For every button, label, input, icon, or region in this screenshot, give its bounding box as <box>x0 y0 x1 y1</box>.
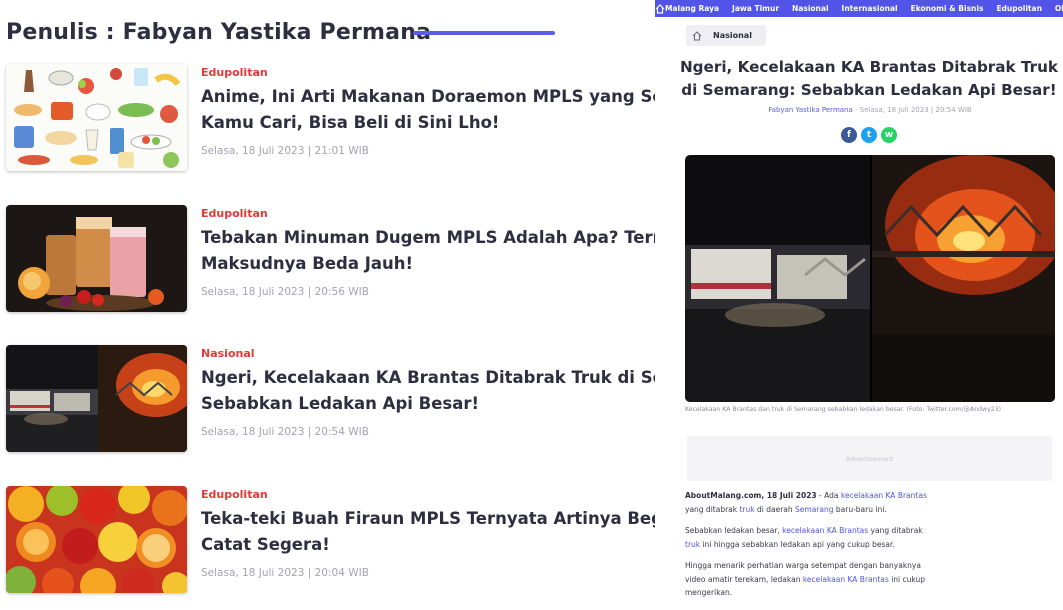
breadcrumb-category[interactable]: Nasional <box>713 31 752 40</box>
paragraph-line: mengerikan. <box>685 588 733 597</box>
article-title-line[interactable]: Teka-teki Buah Firaun MPLS Ternyata Arti… <box>201 506 655 532</box>
article-category[interactable]: Edupolitan <box>201 207 268 220</box>
article-category[interactable]: Nasional <box>201 347 255 360</box>
nav-item-internasional[interactable]: Internasional <box>842 4 898 13</box>
inline-link[interactable]: kecelakaan KA Brantas <box>782 526 868 535</box>
headline-line: di Semarang: Sebabkan Ledakan Api Besar! <box>681 81 1057 99</box>
nav-item-edupolitan[interactable]: Edupolitan <box>996 4 1041 13</box>
paragraph-line: Hingga menarik perhatian warga setempat … <box>685 561 921 570</box>
inline-link[interactable]: kecelakaan KA Brantas <box>803 575 889 584</box>
body-text: ini cukup <box>888 574 926 584</box>
article-title-line[interactable]: Tebakan Minuman Dugem MPLS Adalah Apa? T… <box>201 225 655 251</box>
paragraph-line: Sebabkan ledakan besar, kecelakaan KA Br… <box>685 524 985 538</box>
article-card[interactable]: Nasional Ngeri, Kecelakaan KA Brantas Di… <box>6 345 655 453</box>
inline-link[interactable]: kecelakaan KA Brantas <box>841 491 927 500</box>
article-date: Selasa, 18 Juli 2023 | 20:04 WIB <box>201 567 369 579</box>
byline-author[interactable]: Fabyan Yastika Permana <box>768 106 852 114</box>
body-text: yang ditabrak <box>868 526 923 535</box>
article-title-line[interactable]: Kamu Cari, Bisa Beli di Sini Lho! <box>201 110 655 136</box>
paragraph-line: truk ini hingga sebabkan ledakan api yan… <box>685 538 985 552</box>
home-icon[interactable] <box>692 30 704 42</box>
image-caption: Kecelakaan KA Brantas dan truk di Semara… <box>685 406 1002 413</box>
nav-item-nasional[interactable]: Nasional <box>792 4 829 13</box>
share-buttons: f t w <box>841 127 897 143</box>
body-text: video amatir terekam, ledakan <box>685 574 803 584</box>
article-paragraph: Sebabkan ledakan besar, kecelakaan KA Br… <box>685 524 985 551</box>
article-thumbnail[interactable] <box>6 345 187 452</box>
nav-item-malang-raya[interactable]: Malang Raya <box>665 4 719 13</box>
article-thumbnail[interactable] <box>6 205 187 312</box>
body-text: baru-baru ini. <box>833 504 887 514</box>
article-title[interactable]: Teka-teki Buah Firaun MPLS Ternyata Arti… <box>201 506 655 558</box>
article-card[interactable]: Edupolitan Teka-teki Buah Firaun MPLS Te… <box>6 486 655 594</box>
nav-item-jawa-timur[interactable]: Jawa Timur <box>732 4 779 13</box>
author-article-list: Penulis : Fabyan Yastika Permana Edupoli… <box>0 0 655 610</box>
nav-item-olahraga[interactable]: Olahraga <box>1055 4 1063 13</box>
body-text: ini hingga sebabkan ledakan api yang cuk… <box>700 539 895 549</box>
article-date: Selasa, 18 Juli 2023 | 20:56 WIB <box>201 286 369 298</box>
article-title[interactable]: Tebakan Minuman Dugem MPLS Adalah Apa? T… <box>201 225 655 277</box>
article-card[interactable]: Edupolitan Anime, Ini Arti Makanan Dorae… <box>6 64 655 172</box>
paragraph-line: yang ditabrak truk di daerah Semarang ba… <box>685 503 985 517</box>
train-fire-photo <box>6 345 187 452</box>
body-text: di daerah <box>754 504 796 514</box>
breadcrumb: Nasional <box>686 25 766 46</box>
top-navigation: Malang Raya Jawa Timur Nasional Internas… <box>655 0 1063 17</box>
article-title-line[interactable]: Catat Segera! <box>201 532 655 558</box>
body-text: Sebabkan ledakan besar, <box>685 526 783 535</box>
nav-item-ekonomi-bisnis[interactable]: Ekonomi & Bisnis <box>911 4 984 13</box>
food-illustration <box>6 64 187 171</box>
author-heading-row: Penulis : Fabyan Yastika Permana <box>6 14 431 50</box>
article-title-line[interactable]: Ngeri, Kecelakaan KA Brantas Ditabrak Tr… <box>201 365 655 391</box>
whatsapp-icon[interactable]: w <box>881 127 897 143</box>
article-title[interactable]: Anime, Ini Arti Makanan Doraemon MPLS ya… <box>201 84 655 136</box>
paragraph-line: video amatir terekam, ledakan kecelakaan… <box>685 573 985 587</box>
article-date: Selasa, 18 Juli 2023 | 21:01 WIB <box>201 145 369 157</box>
author-heading: Penulis : Fabyan Yastika Permana <box>6 19 432 45</box>
article-title-line[interactable]: Anime, Ini Arti Makanan Doraemon MPLS ya… <box>201 84 655 110</box>
home-icon[interactable] <box>655 0 665 17</box>
article-headline: Ngeri, Kecelakaan KA Brantas Ditabrak Tr… <box>679 56 1059 102</box>
inline-link[interactable]: truk <box>685 540 700 549</box>
heading-underline <box>413 31 555 35</box>
article-detail-page: Malang Raya Jawa Timur Nasional Internas… <box>655 0 1063 610</box>
article-paragraph: Hingga menarik perhatian warga setempat … <box>685 559 985 600</box>
paragraph-line: AboutMalang.com, 18 Juli 2023 - Ada kece… <box>685 489 985 503</box>
body-text: yang ditabrak <box>685 504 740 514</box>
dateline: AboutMalang.com, 18 Juli 2023 <box>685 491 817 500</box>
body-text: - Ada <box>816 491 841 500</box>
article-thumbnail[interactable] <box>6 486 187 593</box>
headline-line: Ngeri, Kecelakaan KA Brantas Ditabrak Tr… <box>679 58 1059 76</box>
article-main-image <box>685 155 1055 402</box>
article-date: Selasa, 18 Juli 2023 | 20:54 WIB <box>201 426 369 438</box>
advertisement-slot: Advertisement <box>687 436 1052 481</box>
inline-link[interactable]: Semarang <box>795 505 833 514</box>
article-thumbnail[interactable] <box>6 64 187 171</box>
article-title-line[interactable]: Sebabkan Ledakan Api Besar! <box>201 391 655 417</box>
facebook-icon[interactable]: f <box>841 127 857 143</box>
article-card[interactable]: Edupolitan Tebakan Minuman Dugem MPLS Ad… <box>6 205 655 313</box>
article-category[interactable]: Edupolitan <box>201 66 268 79</box>
article-category[interactable]: Edupolitan <box>201 488 268 501</box>
twitter-icon[interactable]: t <box>861 127 877 143</box>
inline-link[interactable]: truk <box>739 505 754 514</box>
drinks-photo <box>6 205 187 312</box>
article-paragraph: AboutMalang.com, 18 Juli 2023 - Ada kece… <box>685 489 985 516</box>
byline-date: - Selasa, 18 Juli 2023 | 20:54 WIB <box>852 106 972 114</box>
advertisement-label: Advertisement <box>845 454 894 463</box>
train-fire-photo <box>685 155 1055 402</box>
article-title[interactable]: Ngeri, Kecelakaan KA Brantas Ditabrak Tr… <box>201 365 655 417</box>
article-title-line[interactable]: Maksudnya Beda Jauh! <box>201 251 655 277</box>
fruit-photo <box>6 486 187 593</box>
article-byline: Fabyan Yastika Permana - Selasa, 18 Juli… <box>655 106 1063 114</box>
